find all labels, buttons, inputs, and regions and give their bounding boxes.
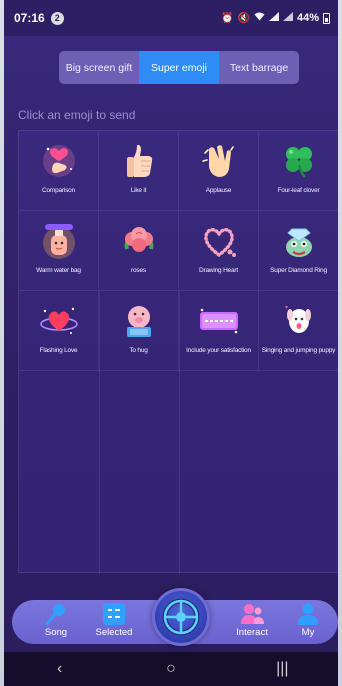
- emoji-grid: Comparison Like it Applause Four-leaf cl…: [18, 130, 338, 574]
- wifi-icon: [254, 12, 265, 24]
- center-action-button[interactable]: [152, 588, 210, 646]
- back-icon[interactable]: ‹: [40, 660, 80, 678]
- emoji-item-warm-water-bag[interactable]: Warm water bag: [19, 211, 99, 291]
- signal-icon-2: [282, 12, 293, 24]
- emoji-label: Four-leaf clover: [277, 187, 320, 194]
- steering-wheel-icon: [162, 598, 200, 636]
- emoji-label: Warm water bag: [36, 267, 81, 274]
- status-time: 07:16: [14, 11, 45, 25]
- nav-selected[interactable]: Selected: [90, 600, 138, 644]
- list-icon: [103, 603, 125, 625]
- rose-icon: [124, 227, 153, 252]
- diamond-ring-icon: [285, 228, 312, 257]
- system-navigation-bar: ‹ ○ |||: [4, 652, 338, 686]
- puppy-icon: [284, 306, 311, 333]
- status-bar: 07:16 2 ⏰ 🔇 44%: [4, 0, 338, 36]
- emoji-label: Singing and jumping puppy: [261, 347, 336, 354]
- people-icon: [241, 604, 264, 624]
- recent-apps-icon[interactable]: |||: [262, 660, 302, 678]
- home-icon[interactable]: ○: [151, 660, 191, 678]
- notification-badge: 2: [50, 11, 64, 25]
- heart-hand-icon: [42, 145, 75, 177]
- emoji-label: To hug: [129, 347, 148, 354]
- emoji-label: Super Diamond Ring: [270, 267, 327, 274]
- gift-type-tabs: Big screen gift Super emoji Text barrage: [59, 51, 299, 84]
- emoji-item-like-it[interactable]: Like it: [99, 131, 179, 211]
- thumbs-up-icon: [126, 144, 152, 177]
- nav-interact[interactable]: Interact: [228, 600, 276, 644]
- battery-percent: 44%: [296, 12, 319, 24]
- mute-icon: 🔇: [237, 12, 250, 24]
- microphone-icon: [45, 604, 65, 626]
- emoji-label: Flashing Love: [39, 347, 78, 354]
- alarm-icon: ⏰: [221, 12, 234, 24]
- flashing-heart-icon: [39, 307, 78, 334]
- emoji-item-flashing-love[interactable]: Flashing Love: [19, 291, 99, 371]
- signal-icon: [268, 12, 279, 24]
- emoji-label: roses: [131, 267, 146, 274]
- emoji-item-singing-and-jumping-puppy[interactable]: Singing and jumping puppy: [259, 291, 338, 371]
- emoji-label: Drawing Heart: [199, 267, 238, 274]
- pearl-heart-icon: [203, 228, 236, 258]
- grid-divider: [99, 291, 100, 574]
- emoji-item-roses[interactable]: roses: [99, 211, 179, 291]
- battery-icon: [323, 12, 330, 24]
- nav-my[interactable]: My: [284, 600, 332, 644]
- send-hint: Click an emoji to send: [18, 108, 136, 122]
- nav-selected-label: Selected: [95, 627, 133, 638]
- emoji-label: Applause: [205, 187, 232, 194]
- tab-text-barrage[interactable]: Text barrage: [219, 51, 299, 84]
- app-screen: 07:16 2 ⏰ 🔇 44% Big screen gift Super em…: [4, 0, 338, 686]
- emoji-label: Include your satisfaction: [186, 347, 251, 354]
- tab-super-emoji[interactable]: Super emoji: [139, 51, 219, 84]
- clover-icon: [285, 147, 312, 178]
- warm-water-bag-icon: [42, 224, 75, 259]
- emoji-item-drawing-heart[interactable]: Drawing Heart: [179, 211, 259, 291]
- nav-my-label: My: [301, 627, 315, 638]
- emoji-item-applause[interactable]: Applause: [179, 131, 259, 211]
- emoji-item-include-your-satisfaction[interactable]: Include your satisfaction: [179, 291, 259, 371]
- nav-interact-label: Interact: [236, 627, 268, 638]
- nav-song[interactable]: Song: [32, 600, 80, 644]
- emoji-label: Comparison: [41, 187, 76, 194]
- user-icon: [298, 603, 318, 625]
- nav-song-label: Song: [44, 627, 68, 638]
- emoji-item-comparison[interactable]: Comparison: [19, 131, 99, 211]
- tab-big-screen-gift[interactable]: Big screen gift: [59, 51, 139, 84]
- emoji-item-to-hug[interactable]: To hug: [99, 291, 179, 371]
- emoji-label: Like it: [130, 187, 147, 194]
- clap-icon: [201, 145, 234, 177]
- emoji-item-super-diamond-ring[interactable]: Super Diamond Ring: [259, 211, 338, 291]
- hug-pig-icon: [126, 306, 151, 337]
- emoji-item-four-leaf-clover[interactable]: Four-leaf clover: [259, 131, 338, 211]
- grid-divider: [179, 291, 180, 574]
- satisfaction-banner-icon: [199, 308, 238, 334]
